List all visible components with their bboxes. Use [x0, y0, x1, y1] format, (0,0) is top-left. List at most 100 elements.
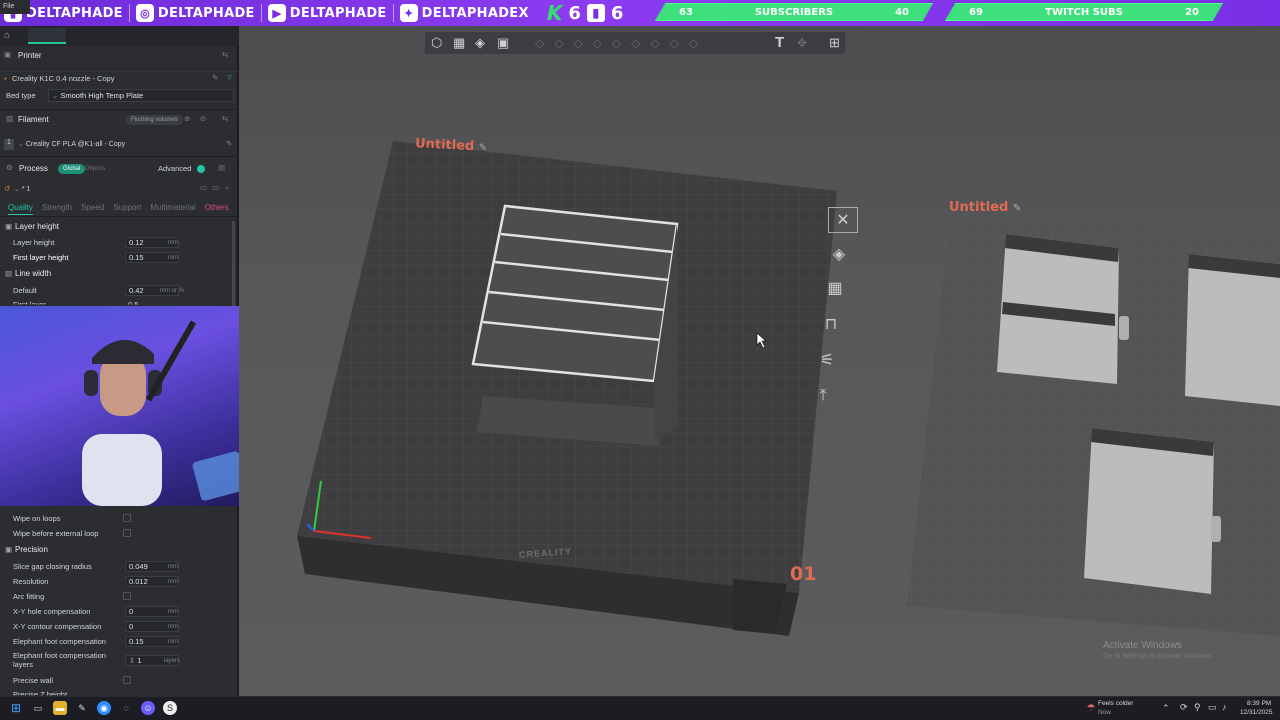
arc-fitting-checkbox[interactable]: [123, 592, 131, 600]
3d-viewport[interactable]: ⬡ ▦ ◈ ▣ ◇◇◇◇◇◇◇◇◇ T ✥ ⊞ Untitled ✎ Untit…: [239, 26, 1280, 696]
xy-hole-value: 0: [129, 607, 134, 616]
objects-toggle[interactable]: Objects: [80, 164, 110, 174]
edit-filament-icon[interactable]: ✎: [226, 139, 232, 148]
arc-fitting-label: Arc fitting: [13, 592, 45, 601]
advanced-toggle[interactable]: [197, 165, 205, 173]
move-to-top-icon[interactable]: ⤒: [808, 383, 838, 409]
elephant-foot-layers-label: Elephant foot compensation layers: [13, 651, 106, 669]
elephant-foot-label: Elephant foot compensation: [13, 637, 106, 646]
model-drawer-organizer[interactable]: [471, 204, 679, 446]
xy-hole-label: X-Y hole compensation: [13, 607, 91, 616]
sync-tray-icon[interactable]: ⟳: [1180, 702, 1188, 713]
bed-type-label: Bed type: [6, 91, 36, 100]
layer-height-group: Layer height: [15, 222, 60, 231]
plate2-name[interactable]: Untitled ✎: [949, 200, 1021, 215]
wifi-icon[interactable]: ⌔: [226, 73, 233, 83]
file-explorer-icon[interactable]: ▬: [53, 701, 67, 715]
reset-icon[interactable]: ↺: [4, 184, 10, 193]
wipe-on-loops-checkbox[interactable]: [123, 514, 131, 522]
location-icon[interactable]: ⚲: [1194, 702, 1201, 713]
process-header: Process: [19, 164, 48, 173]
compare-icon[interactable]: ▤: [218, 163, 225, 172]
volume-icon[interactable]: ♪: [1222, 702, 1227, 712]
clock-time[interactable]: 8:39 PM: [1247, 700, 1271, 707]
plate2-label: Untitled: [949, 200, 1009, 215]
process-preset-select[interactable]: ⌄ * 1: [14, 185, 30, 193]
precision-group: Precision: [15, 545, 48, 554]
home-icon[interactable]: ⌂: [4, 30, 16, 42]
divider: [0, 109, 238, 110]
start-icon[interactable]: ⊞: [9, 701, 23, 715]
filament-select[interactable]: ⌄ Creality CF PLA @K1-all - Copy: [18, 140, 125, 148]
twitch-subs-goal-bar: 69 TWITCH SUBS 20: [944, 3, 1224, 21]
tab-strength[interactable]: Strength: [42, 203, 72, 215]
remove-filament-icon[interactable]: ⊖: [200, 114, 206, 123]
slicer-icon[interactable]: S: [163, 701, 177, 715]
obs-icon[interactable]: ◌: [119, 701, 133, 715]
tray-chevron-icon[interactable]: ⌃: [1162, 703, 1170, 714]
clock-date[interactable]: 12/31/2025: [1240, 709, 1273, 716]
goal-target: 20: [1185, 6, 1199, 18]
tab-multimaterial[interactable]: Multimaterial: [150, 203, 195, 215]
flushing-volumes-button[interactable]: Flushing volumes: [126, 115, 183, 125]
elephant-foot-layers-value: 1: [137, 656, 142, 665]
drawer-part-2[interactable]: [1185, 254, 1280, 406]
handle-name: DELTAPHADE: [26, 5, 123, 21]
chrome-icon[interactable]: ◉: [97, 701, 111, 715]
plate-settings-icon[interactable]: ⚟: [812, 347, 842, 373]
build-plate-second[interactable]: [907, 211, 1280, 636]
group-icon: ▤: [5, 269, 13, 278]
process-tabs: Quality Strength Speed Support Multimate…: [8, 203, 229, 215]
advanced-label: Advanced: [158, 164, 192, 173]
weather-icon[interactable]: ☂: [1084, 701, 1098, 715]
default-line-width-label: Default: [13, 286, 37, 295]
tab-support[interactable]: Support: [113, 203, 141, 215]
separator: [260, 4, 262, 22]
activate-windows-title: Activate Windows: [1103, 640, 1182, 651]
lock-plate-icon[interactable]: ⊓: [816, 311, 846, 337]
drawer-part-1[interactable]: [997, 234, 1129, 384]
prepare-tab[interactable]: [28, 28, 66, 44]
precise-wall-label: Precise wall: [13, 676, 54, 685]
goal-label: TWITCH SUBS: [1045, 6, 1123, 18]
sync-icon[interactable]: ⇆: [222, 114, 228, 123]
arrange-plate-icon[interactable]: ▦: [820, 275, 850, 301]
twitch-small-icon: ▮: [586, 4, 605, 22]
network-icon[interactable]: ▭: [1208, 702, 1217, 713]
printer-select[interactable]: Creality K1C 0.4 nozzle - Copy: [12, 74, 115, 83]
edit-plate-name-icon[interactable]: ✎: [1013, 203, 1021, 214]
save-preset-icon[interactable]: ▭: [200, 183, 207, 192]
instagram-icon: ◎: [135, 4, 154, 22]
edit-plate-name-icon[interactable]: ✎: [478, 142, 487, 153]
wipe-before-external-checkbox[interactable]: [123, 529, 131, 537]
close-plate-icon[interactable]: ✕: [828, 207, 858, 233]
tab-speed[interactable]: Speed: [81, 203, 104, 215]
settings-scrollbar[interactable]: [232, 221, 235, 311]
activate-windows-subtitle: Go to Settings to activate Windows.: [1103, 653, 1214, 660]
task-view-icon[interactable]: ▭: [31, 701, 45, 715]
filament-icon: ▥: [6, 114, 14, 123]
weather-text: Feels colder: [1098, 700, 1134, 707]
file-menu-label: File: [3, 3, 15, 10]
file-menu[interactable]: File: [0, 0, 30, 14]
unit-label: layers: [164, 658, 181, 664]
tab-quality[interactable]: Quality: [8, 203, 33, 215]
goal-current: 63: [679, 6, 693, 18]
pen-icon[interactable]: ✎: [75, 701, 89, 715]
discord-icon[interactable]: ☺: [141, 701, 155, 715]
edit-printer-icon[interactable]: ✎: [212, 73, 218, 82]
precise-wall-checkbox[interactable]: [123, 676, 131, 684]
dropdown-icon: ⌄: [14, 186, 20, 193]
drawer-part-3[interactable]: [1084, 428, 1221, 594]
search-icon[interactable]: ⌕: [225, 183, 229, 193]
line-width-group: Line width: [15, 269, 52, 278]
tab-others[interactable]: Others: [205, 203, 229, 215]
copy-preset-icon[interactable]: ▭: [212, 183, 219, 192]
resolution-label: Resolution: [13, 577, 49, 586]
orient-plate-icon[interactable]: ◈: [824, 241, 854, 267]
bed-type-select[interactable]: ⌄ Smooth High Temp Plate: [48, 89, 234, 102]
printer-settings-icon[interactable]: ⇆: [222, 50, 228, 59]
viewer-counters: K 6 ▮ 6: [547, 1, 630, 25]
add-filament-icon[interactable]: ⊕: [184, 114, 190, 123]
unit-label: mm: [168, 564, 178, 570]
